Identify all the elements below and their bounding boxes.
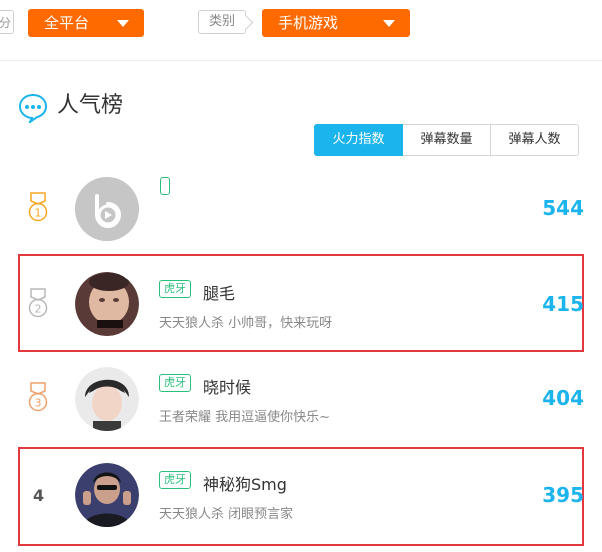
rank-number: 4 bbox=[33, 486, 45, 505]
streamer-name[interactable]: 腿毛 bbox=[203, 280, 235, 304]
category-tag-label: 类别 bbox=[208, 14, 235, 29]
ranking-tabs: 火力指数 弹幕数量 弹幕人数 bbox=[314, 124, 579, 156]
platform-badge: 虎牙 bbox=[159, 471, 191, 489]
platform-select-label: 全平台 bbox=[44, 14, 90, 32]
row-count: 544 bbox=[542, 196, 584, 220]
category-select[interactable]: 手机游戏 bbox=[262, 9, 410, 37]
platform-badge: 虎牙 bbox=[159, 280, 191, 298]
tab-danmu-users[interactable]: 弹幕人数 bbox=[491, 124, 579, 156]
category-select-label: 手机游戏 bbox=[278, 14, 339, 32]
platform-tag: 分 bbox=[0, 10, 14, 34]
tab-danmu-count[interactable]: 弹幕数量 bbox=[403, 124, 491, 156]
stream-description: 天天狼人杀 闭眼预言家 bbox=[159, 507, 294, 522]
gold-medal-icon: 1 bbox=[28, 192, 48, 222]
avatar[interactable] bbox=[75, 463, 139, 527]
category-tag: 类别 bbox=[198, 10, 246, 34]
row-count: 395 bbox=[542, 483, 584, 507]
ranking-row-1[interactable]: 1 544 bbox=[18, 160, 584, 258]
page-title: 人气榜 bbox=[57, 93, 124, 118]
medal-rank: 2 bbox=[35, 303, 42, 316]
avatar[interactable] bbox=[75, 367, 139, 431]
tab-fire-index[interactable]: 火力指数 bbox=[314, 124, 403, 156]
bronze-medal-icon: 3 bbox=[28, 382, 48, 412]
stream-description: 天天狼人杀 小帅哥，快来玩呀 bbox=[159, 316, 333, 331]
avatar[interactable] bbox=[75, 272, 139, 336]
platform-badge: 虎牙 bbox=[159, 374, 191, 392]
filter-bar: 分 全平台 类别 手机游戏 bbox=[0, 0, 602, 61]
stream-description: 王者荣耀 我用逗逼使你快乐~ bbox=[159, 410, 331, 425]
ranking-row-2[interactable]: 2 虎牙 腿毛 天天狼人杀 小帅哥，快来玩呀 415 bbox=[18, 254, 584, 352]
platform-badge bbox=[160, 177, 170, 195]
chevron-down-icon bbox=[383, 20, 395, 27]
streamer-name[interactable]: 神秘狗Smg bbox=[203, 471, 287, 495]
row-count: 404 bbox=[542, 386, 584, 410]
avatar-image bbox=[75, 367, 139, 431]
medal-rank: 3 bbox=[35, 397, 42, 410]
platform-select[interactable]: 全平台 bbox=[28, 9, 144, 37]
medal-rank: 1 bbox=[35, 207, 42, 220]
row-count: 415 bbox=[542, 292, 584, 316]
platform-tag-label: 分 bbox=[0, 16, 11, 30]
avatar-placeholder[interactable] bbox=[75, 177, 139, 241]
silver-medal-icon: 2 bbox=[28, 288, 48, 318]
avatar-image bbox=[75, 463, 139, 527]
ranking-row-3[interactable]: 3 虎牙 晓时候 王者荣耀 我用逗逼使你快乐~ 404 bbox=[18, 350, 584, 448]
video-play-icon bbox=[75, 177, 139, 241]
avatar-image bbox=[75, 272, 139, 336]
streamer-name[interactable]: 晓时候 bbox=[203, 374, 251, 398]
chevron-down-icon bbox=[117, 20, 129, 27]
chat-bubble-icon bbox=[18, 93, 48, 123]
ranking-row-4[interactable]: 4 虎牙 神秘狗Smg 天天狼人杀 闭眼预言家 395 bbox=[18, 447, 584, 546]
